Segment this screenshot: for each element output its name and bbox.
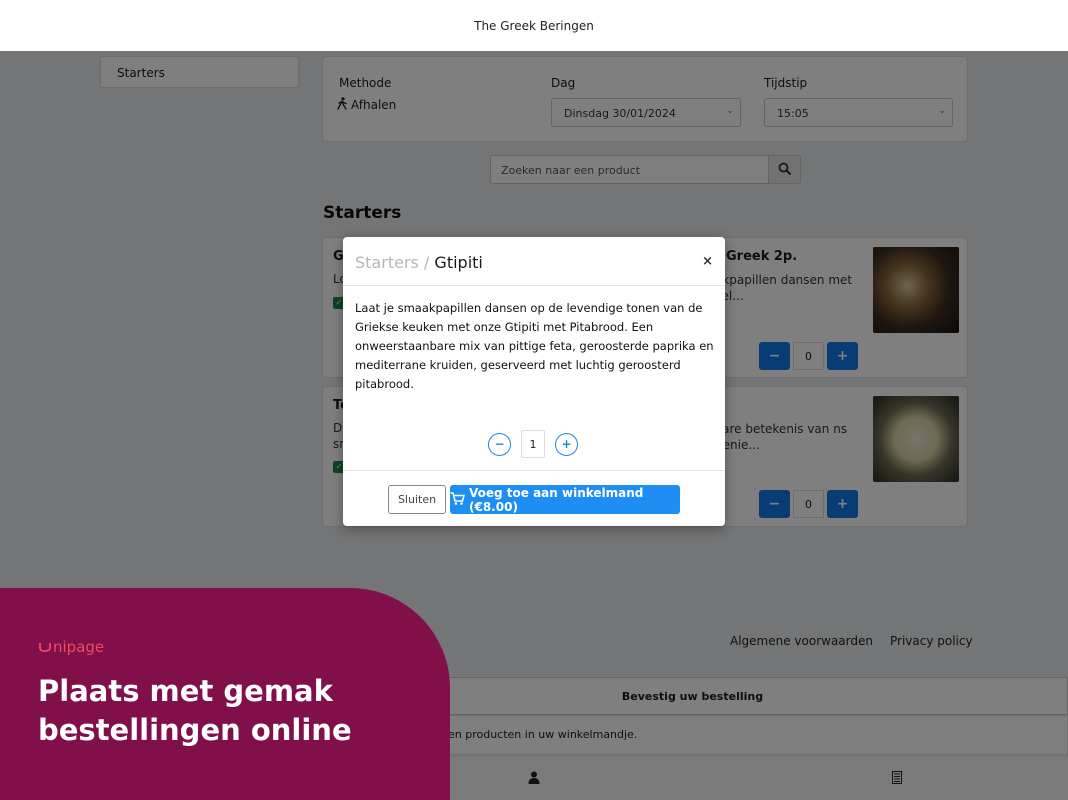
close-button-label: Sluiten: [397, 493, 437, 506]
quantity-stepper: − 1 +: [488, 430, 578, 458]
unipage-logo: nipage: [39, 638, 104, 656]
add-to-cart-label: Voeg toe aan winkelmand (€8.00): [469, 485, 644, 514]
top-bar: The Greek Beringen: [0, 0, 1068, 51]
modal-footer: Sluiten Voeg toe aan winkelmand (€8.00): [343, 470, 725, 526]
promo-headline: Plaats met gemak bestellingen online: [38, 672, 352, 750]
promo-banner: nipage Plaats met gemak bestellingen onl…: [0, 588, 450, 800]
modal-category: Starters /: [355, 253, 430, 272]
promo-headline-line: bestellingen online: [38, 713, 352, 747]
increase-button[interactable]: +: [555, 432, 578, 456]
modal-description: Laat je smaakpapillen dansen op de leven…: [355, 301, 714, 391]
cart-icon: [450, 491, 465, 508]
promo-headline-line: Plaats met gemak: [38, 674, 333, 708]
modal-header: Starters / Gtipiti ×: [343, 237, 725, 286]
add-to-cart-button[interactable]: Voeg toe aan winkelmand (€8.00): [450, 485, 680, 514]
close-icon[interactable]: ×: [702, 254, 713, 269]
close-button[interactable]: Sluiten: [388, 485, 446, 514]
decrease-button[interactable]: −: [488, 432, 511, 456]
restaurant-title: The Greek Beringen: [474, 18, 594, 33]
product-modal: Starters / Gtipiti × Laat je smaakpapill…: [343, 237, 725, 526]
modal-breadcrumb: Starters / Gtipiti: [355, 253, 483, 272]
quantity-value[interactable]: 1: [521, 430, 545, 458]
modal-title: Gtipiti: [434, 253, 483, 272]
unipage-logo-text: nipage: [53, 638, 105, 656]
